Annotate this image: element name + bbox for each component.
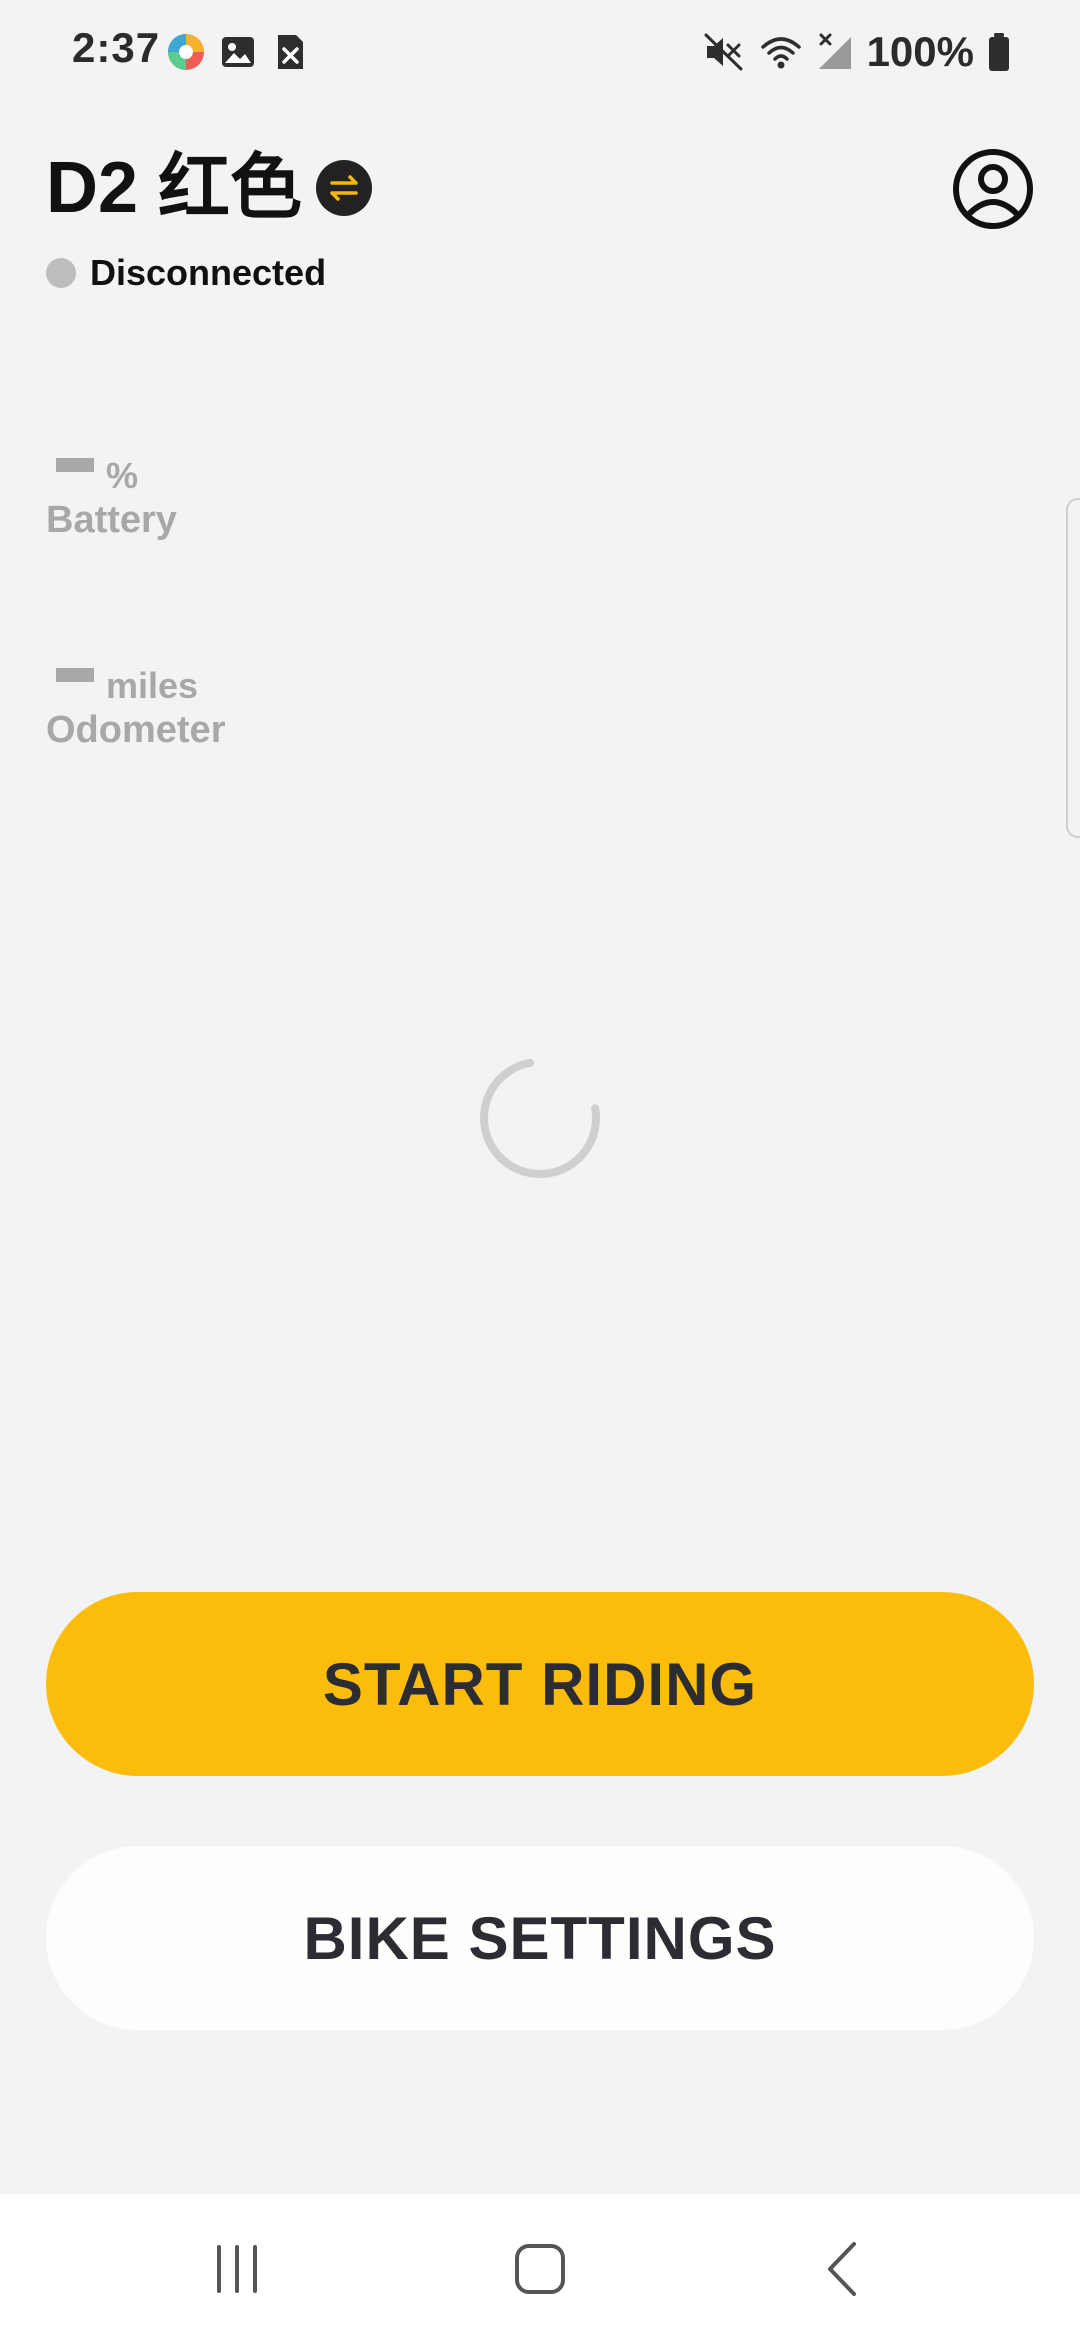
- connection-status: Disconnected: [46, 252, 326, 294]
- connection-status-dot: [46, 258, 76, 288]
- battery-unit: %: [106, 455, 139, 496]
- connection-status-text: Disconnected: [90, 252, 327, 293]
- notification-icons: [166, 32, 310, 72]
- swap-arrows-icon: [330, 175, 358, 201]
- photos-app-icon: [168, 34, 204, 70]
- battery-percent: 100%: [866, 28, 974, 75]
- odometer-value-placeholder: [56, 668, 94, 682]
- bike-settings-button[interactable]: BIKE SETTINGS: [46, 1846, 1034, 2030]
- odometer-label: Odometer: [46, 709, 226, 751]
- battery-value-row: %: [46, 440, 177, 496]
- gallery-icon: [222, 37, 254, 67]
- no-signal-icon: [818, 33, 851, 69]
- odometer-stat: miles Odometer: [46, 650, 225, 754]
- battery-icon: [989, 33, 1009, 71]
- home-icon[interactable]: [505, 2234, 575, 2304]
- odometer-value-row: miles: [46, 650, 225, 706]
- swap-bike-icon[interactable]: [316, 160, 373, 216]
- start-riding-button[interactable]: START RIDING: [46, 1592, 1034, 1776]
- edge-panel-handle[interactable]: [1066, 498, 1080, 838]
- battery-stat: % Battery: [46, 440, 177, 544]
- system-nav-bar: [0, 2194, 1080, 2340]
- status-bar: 2:37 100%: [0, 0, 1080, 110]
- recents-icon[interactable]: [202, 2234, 272, 2304]
- odometer-unit: miles: [106, 665, 199, 706]
- mute-icon: [704, 33, 743, 71]
- back-icon[interactable]: [808, 2234, 878, 2304]
- status-time: 2:37: [72, 24, 161, 71]
- loading-spinner-icon: [480, 1058, 600, 1178]
- bike-name-row: D2 红色: [46, 148, 373, 228]
- bike-name: D2 红色: [46, 148, 303, 228]
- battery-label: Battery: [46, 499, 177, 541]
- battery-value-placeholder: [56, 458, 94, 472]
- account-icon[interactable]: [952, 148, 1034, 230]
- system-status-icons: 100%: [703, 28, 1010, 76]
- wifi-icon: [760, 37, 801, 69]
- close-notification-icon: [278, 35, 303, 69]
